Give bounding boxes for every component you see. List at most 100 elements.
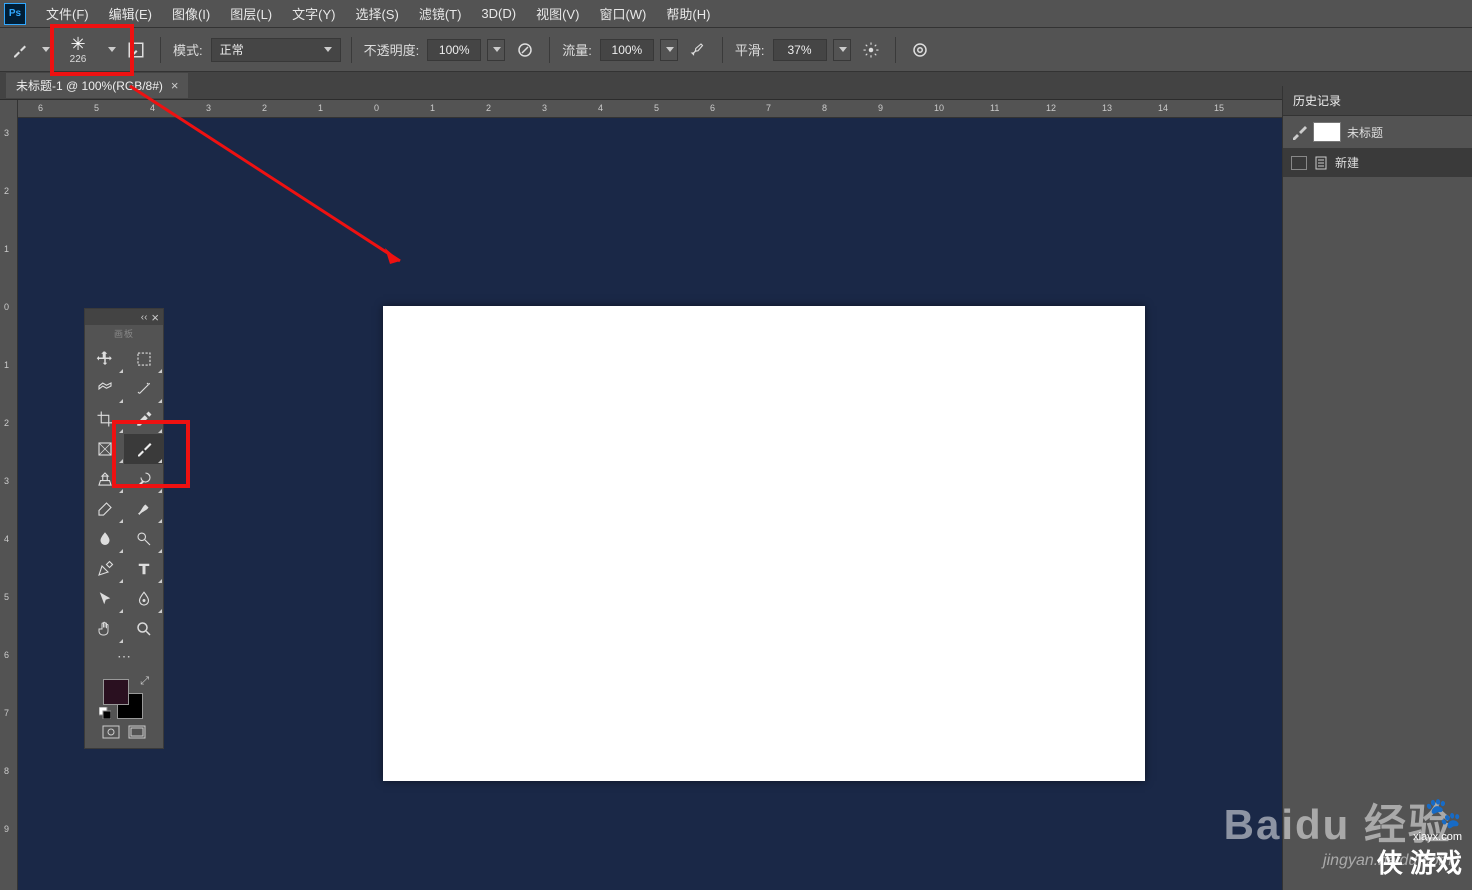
history-state-row[interactable]: 新建 (1283, 148, 1472, 177)
ruler-tick: 11 (990, 103, 999, 113)
chevron-down-icon[interactable] (42, 47, 50, 52)
square-icon (1291, 156, 1307, 170)
options-bar: ✳ 226 模式: 正常 不透明度: 100% 流量: 100% 平滑: 37% (0, 28, 1472, 72)
menu-edit[interactable]: 编辑(E) (99, 0, 162, 28)
brush-preset-picker[interactable]: ✳ 226 (56, 33, 100, 67)
brush-panel-toggle[interactable] (122, 36, 150, 64)
default-colors-icon[interactable] (99, 707, 111, 719)
ruler-tick: 0 (374, 103, 379, 113)
color-swatches[interactable]: ⤢ (99, 675, 149, 719)
collapse-icon[interactable]: ‹‹ (141, 312, 148, 323)
menu-image[interactable]: 图像(I) (162, 0, 220, 28)
ruler-tick: 4 (598, 103, 603, 113)
ruler-tick: 3 (542, 103, 547, 113)
close-icon[interactable]: × (151, 310, 159, 325)
ruler-tick: 5 (654, 103, 659, 113)
type-tool[interactable] (124, 554, 163, 584)
menu-filter[interactable]: 滤镜(T) (409, 0, 472, 28)
move-tool[interactable] (85, 344, 124, 374)
smoothing-label: 平滑: (733, 40, 767, 59)
magic-wand-tool[interactable] (124, 374, 163, 404)
brush-size-label: 226 (70, 54, 87, 65)
swap-colors-icon[interactable]: ⤢ (140, 675, 149, 688)
ruler-vertical[interactable]: 3210123456789 (0, 100, 18, 890)
opacity-dropdown[interactable] (487, 39, 505, 61)
menu-type[interactable]: 文字(Y) (282, 0, 345, 28)
tools-panel-header[interactable]: ‹‹ × (85, 309, 163, 325)
history-brush-tool[interactable] (124, 464, 163, 494)
menu-select[interactable]: 选择(S) (345, 0, 408, 28)
zoom-tool[interactable] (124, 614, 163, 644)
document-tabs: 未标题-1 @ 100%(RGB/8#) × (0, 72, 1472, 100)
ruler-tick: 3 (206, 103, 211, 113)
pen-tool[interactable] (85, 554, 124, 584)
ruler-tick: 7 (766, 103, 771, 113)
history-snapshot-row[interactable]: 未标题 (1283, 116, 1472, 148)
history-row-label: 未标题 (1347, 124, 1383, 141)
smoothing-dropdown[interactable] (833, 39, 851, 61)
edit-toolbar[interactable]: ⋯ (85, 644, 163, 669)
brush-shape-icon: ✳ (68, 34, 88, 54)
frame-tool[interactable] (85, 434, 124, 464)
corner-logo: 🐾 xiayx.com 侠 游戏 (1377, 796, 1462, 880)
ruler-tick: 2 (262, 103, 267, 113)
menu-help[interactable]: 帮助(H) (656, 0, 720, 28)
smoothing-input[interactable]: 37% (773, 39, 827, 61)
ruler-tick: 1 (318, 103, 323, 113)
flow-input[interactable]: 100% (600, 39, 654, 61)
clone-stamp-tool[interactable] (85, 464, 124, 494)
pressure-opacity-toggle[interactable] (511, 36, 539, 64)
flow-label: 流量: (560, 40, 594, 59)
eyedropper-tool[interactable] (124, 404, 163, 434)
brush-tool[interactable] (124, 434, 163, 464)
tools-panel-title: 画板 (85, 325, 163, 344)
ruler-horizontal[interactable]: 6543210123456789101112131415 (18, 100, 1282, 118)
history-panel-tab[interactable]: 历史记录 (1283, 86, 1472, 116)
mode-label: 模式: (171, 40, 205, 59)
document-tab[interactable]: 未标题-1 @ 100%(RGB/8#) × (6, 73, 188, 98)
gradient-tool[interactable] (124, 494, 163, 524)
eraser-tool[interactable] (85, 494, 124, 524)
ruler-tick: 10 (934, 103, 944, 113)
path-selection-tool[interactable] (85, 584, 124, 614)
history-row-label: 新建 (1335, 154, 1359, 171)
flow-dropdown[interactable] (660, 39, 678, 61)
shape-tool[interactable] (124, 584, 163, 614)
symmetry-options[interactable] (906, 36, 934, 64)
canvas[interactable] (383, 306, 1145, 781)
menu-3d[interactable]: 3D(D) (471, 0, 526, 28)
ruler-tick: 6 (38, 103, 43, 113)
ruler-tick: 14 (1158, 103, 1168, 113)
marquee-tool[interactable] (124, 344, 163, 374)
chevron-down-icon[interactable] (108, 47, 116, 52)
ruler-tick: 7 (4, 708, 9, 718)
app-logo[interactable]: Ps (4, 3, 26, 25)
crop-tool[interactable] (85, 404, 124, 434)
quick-mask-toggle[interactable] (102, 725, 120, 742)
workspace: 3210123456789 65432101234567891011121314… (0, 100, 1282, 890)
document-title: 未标题-1 @ 100%(RGB/8#) (16, 77, 163, 94)
lasso-tool[interactable] (85, 374, 124, 404)
close-tab-icon[interactable]: × (171, 78, 179, 93)
menu-view[interactable]: 视图(V) (526, 0, 589, 28)
dodge-tool[interactable] (124, 524, 163, 554)
ruler-tick: 9 (878, 103, 883, 113)
hand-tool[interactable] (85, 614, 124, 644)
smoothing-options[interactable] (857, 36, 885, 64)
menu-layer[interactable]: 图层(L) (220, 0, 282, 28)
tool-preset-picker[interactable] (6, 36, 34, 64)
history-thumbnail (1313, 122, 1341, 142)
blend-mode-dropdown[interactable]: 正常 (211, 38, 341, 62)
ruler-tick: 6 (4, 650, 9, 660)
ruler-tick: 2 (486, 103, 491, 113)
airbrush-toggle[interactable] (684, 36, 712, 64)
ruler-tick: 3 (4, 128, 9, 138)
menu-file[interactable]: 文件(F) (36, 0, 99, 28)
opacity-label: 不透明度: (362, 40, 422, 59)
blur-tool[interactable] (85, 524, 124, 554)
foreground-color[interactable] (103, 679, 129, 705)
screen-mode-toggle[interactable] (128, 725, 146, 742)
menu-window[interactable]: 窗口(W) (589, 0, 656, 28)
opacity-input[interactable]: 100% (427, 39, 481, 61)
right-panel: 历史记录 未标题 新建 (1282, 86, 1472, 890)
